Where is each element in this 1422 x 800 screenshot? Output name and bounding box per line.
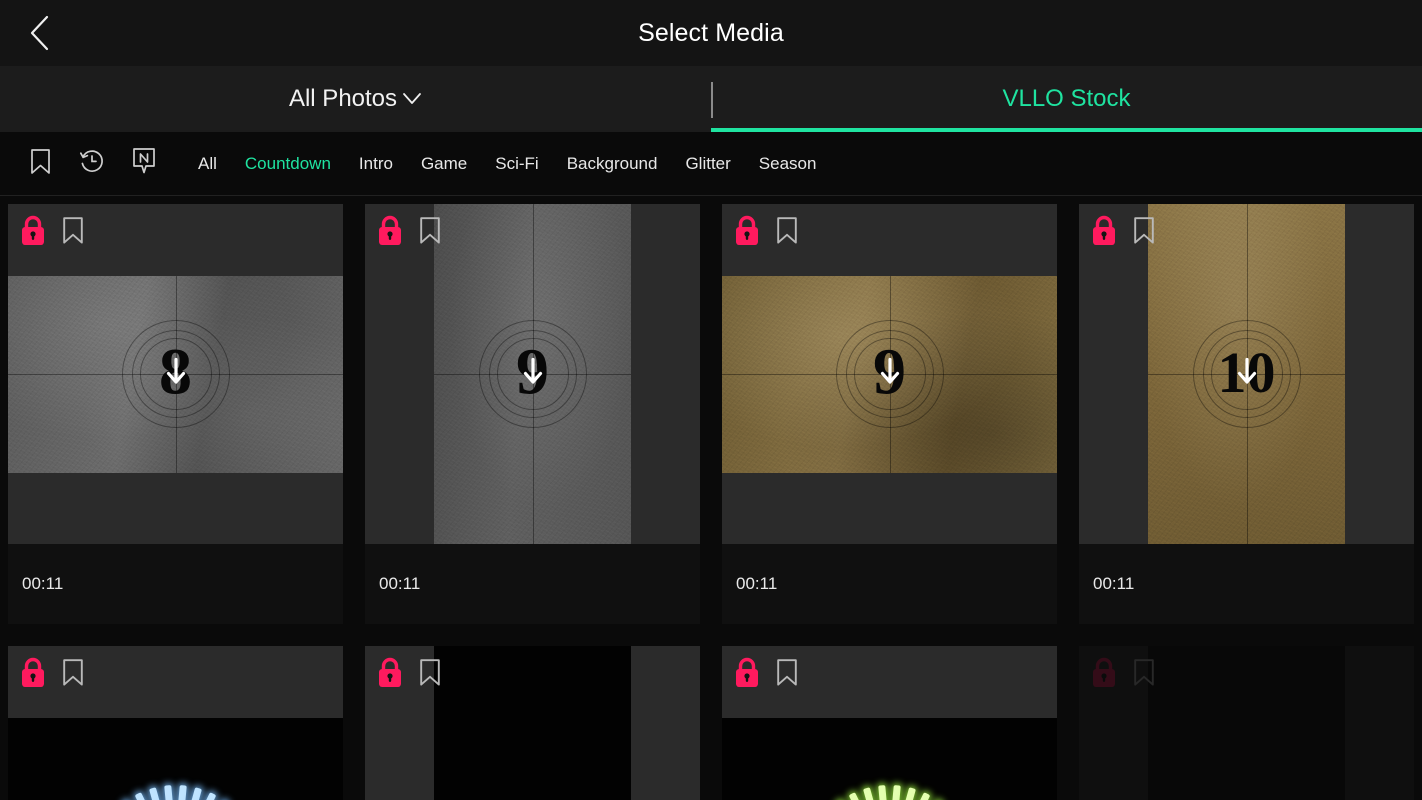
thumbnail-image: 10	[8, 717, 343, 800]
card-badges	[375, 656, 441, 694]
tab-all-photos-label: All Photos	[288, 85, 398, 112]
page-title: Select Media	[638, 18, 784, 47]
chevron-down-icon[interactable]	[402, 92, 422, 110]
dial-ring	[81, 776, 271, 800]
download-arrow-icon[interactable]	[1234, 357, 1260, 392]
card-badges	[18, 656, 84, 694]
category-game[interactable]: Game	[407, 154, 481, 174]
top-bar: Select Media	[0, 0, 1422, 66]
media-card[interactable]: 9 00:11	[722, 204, 1057, 624]
duration-label: 00:11	[736, 574, 778, 593]
dial-ring	[795, 776, 985, 800]
category-glitter[interactable]: Glitter	[671, 154, 744, 174]
tab-vllo-stock[interactable]: VLLO Stock	[711, 66, 1422, 132]
lock-icon[interactable]	[18, 656, 48, 694]
media-grid: 8 00:11 9 00:11 9 00:11 10 00:11 10 10 10 10	[0, 196, 1422, 800]
bookmark-icon[interactable]	[419, 658, 441, 692]
card-footer: 00:11	[365, 544, 700, 624]
card-badges	[18, 214, 84, 252]
duration-label: 00:11	[379, 574, 421, 593]
tab-vllo-stock-label: VLLO Stock	[1002, 85, 1131, 112]
download-arrow-icon[interactable]	[163, 357, 189, 392]
media-card[interactable]: 10 00:11	[1079, 204, 1414, 624]
new-filter-button[interactable]	[118, 141, 170, 187]
media-card[interactable]: 10	[722, 646, 1057, 800]
thumbnail-image: 10	[1148, 646, 1345, 800]
card-thumbnail[interactable]: 10	[365, 646, 700, 800]
category-intro[interactable]: Intro	[345, 154, 407, 174]
download-arrow-icon[interactable]	[877, 357, 903, 392]
lock-icon[interactable]	[1089, 656, 1119, 694]
bookmark-icon[interactable]	[1133, 658, 1155, 692]
bookmark-icon	[30, 148, 51, 180]
card-thumbnail[interactable]: 9	[722, 204, 1057, 544]
bookmark-icon[interactable]	[1133, 216, 1155, 250]
media-card[interactable]: 10	[1079, 646, 1414, 800]
card-badges	[1089, 214, 1155, 252]
category-bar: All Countdown Intro Game Sci-Fi Backgrou…	[0, 132, 1422, 196]
lock-icon[interactable]	[375, 214, 405, 252]
source-tab-bar: All Photos VLLO Stock	[0, 66, 1422, 132]
thumbnail-image: 10	[434, 646, 631, 800]
bookmark-icon[interactable]	[776, 658, 798, 692]
bookmark-filter-button[interactable]	[14, 141, 66, 187]
lock-icon[interactable]	[18, 214, 48, 252]
thumbnail-image: 10	[722, 717, 1057, 800]
card-badges	[1089, 656, 1155, 694]
category-background[interactable]: Background	[553, 154, 672, 174]
bookmark-icon[interactable]	[419, 216, 441, 250]
download-arrow-icon[interactable]	[520, 357, 546, 392]
card-footer: 00:11	[722, 544, 1057, 624]
card-thumbnail[interactable]: 8	[8, 204, 343, 544]
lock-icon[interactable]	[375, 656, 405, 694]
card-footer: 00:11	[8, 544, 343, 624]
category-season[interactable]: Season	[745, 154, 831, 174]
card-thumbnail[interactable]: 10	[8, 646, 343, 800]
recent-filter-button[interactable]	[66, 141, 118, 187]
card-thumbnail[interactable]: 10	[722, 646, 1057, 800]
card-badges	[732, 656, 798, 694]
tab-all-photos[interactable]: All Photos	[0, 66, 711, 132]
card-thumbnail[interactable]: 10	[1079, 204, 1414, 544]
category-sci-fi[interactable]: Sci-Fi	[481, 154, 552, 174]
card-badges	[375, 214, 441, 252]
category-countdown[interactable]: Countdown	[231, 154, 345, 174]
history-clock-icon	[79, 148, 105, 179]
lock-icon[interactable]	[732, 656, 762, 694]
chevron-left-icon	[28, 15, 50, 51]
card-footer: 00:11	[1079, 544, 1414, 624]
media-card[interactable]: 10	[365, 646, 700, 800]
bookmark-icon[interactable]	[776, 216, 798, 250]
card-thumbnail[interactable]: 10	[1079, 646, 1414, 800]
card-thumbnail[interactable]: 9	[365, 204, 700, 544]
category-all[interactable]: All	[184, 154, 231, 174]
media-card[interactable]: 8 00:11	[8, 204, 343, 624]
bookmark-icon[interactable]	[62, 658, 84, 692]
duration-label: 00:11	[22, 574, 64, 593]
tab-divider	[711, 82, 713, 118]
bookmark-icon[interactable]	[62, 216, 84, 250]
duration-label: 00:11	[1093, 574, 1135, 593]
media-card[interactable]: 9 00:11	[365, 204, 700, 624]
lock-icon[interactable]	[1089, 214, 1119, 252]
back-button[interactable]	[0, 0, 78, 66]
lock-icon[interactable]	[732, 214, 762, 252]
media-card[interactable]: 10	[8, 646, 343, 800]
new-badge-icon	[132, 147, 156, 180]
card-badges	[732, 214, 798, 252]
